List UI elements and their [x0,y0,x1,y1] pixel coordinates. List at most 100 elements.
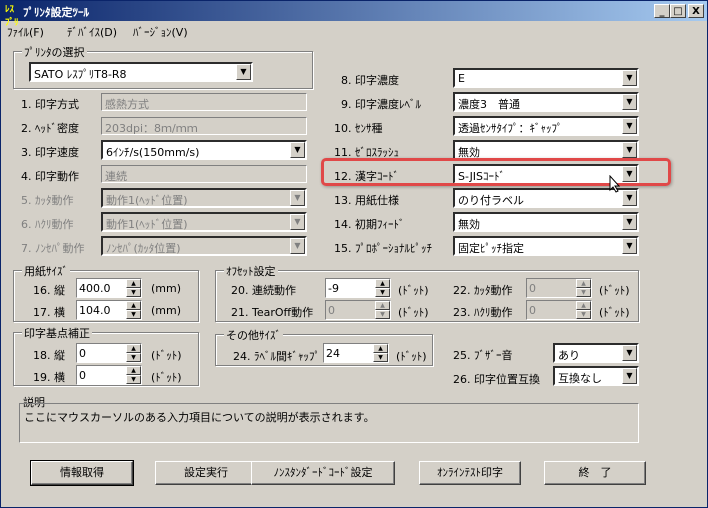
exit-button[interactable]: 終 了 [544,461,646,485]
paper-spec-value: のり付ラベル [458,194,524,207]
cutter-action-combo[interactable]: 動作1(ﾍｯﾄﾞ位置) ▼ [101,188,307,208]
base-vertical-value[interactable]: 0 [79,347,86,360]
paper-width-value[interactable]: 104.0 [79,304,111,317]
printer-select-combo[interactable]: SATO ﾚｽﾌﾟﾘT8-R8 ▼ [29,62,253,82]
main-window: ﾚｽﾌﾟﾘ ﾌﾟﾘﾝﾀ設定ﾂｰﾙ _ □ X ﾌｧｲﾙ(F) ﾃﾞﾊﾞｲｽ(D)… [0,0,708,508]
other-size-title: その他ｻｲｽﾞ [224,327,283,343]
print-method-value: 感熱方式 [105,98,149,111]
dropdown-arrow-icon[interactable]: ▼ [622,118,637,134]
dropdown-arrow-icon[interactable]: ▼ [622,368,637,384]
dropdown-arrow-icon: ▼ [290,238,305,254]
menu-version[interactable]: ﾊﾞｰｼﾞｮﾝ(V) [133,24,188,40]
cutter-action-label: 5. ｶｯﾀ動作 [21,194,74,207]
base-vertical-label: 18. 縦 [33,349,65,362]
base-point-title: 印字基点補正 [22,325,92,341]
buzzer-combo[interactable]: あり ▼ [553,343,639,363]
spin-up-icon: ▲ [576,301,591,310]
dropdown-arrow-icon[interactable]: ▼ [290,142,305,158]
spin-down-icon[interactable]: ▼ [126,288,141,297]
spin-down-icon[interactable]: ▼ [375,288,390,297]
menu-file[interactable]: ﾌｧｲﾙ(F) [7,24,44,40]
initial-feed-combo[interactable]: 無効 ▼ [453,212,639,232]
print-method-label: 1. 印字方式 [21,98,79,111]
spin-up-icon[interactable]: ▲ [375,279,390,288]
initial-feed-label: 14. 初期ﾌｨｰﾄﾞ [334,218,405,231]
spin-up-icon[interactable]: ▲ [373,344,388,353]
print-darkness-value: E [458,72,465,85]
printer-select-title: ﾌﾟﾘﾝﾀの選択 [22,44,87,60]
peel-offset-value[interactable]: 0 [529,304,536,317]
tearoff-offset-value[interactable]: 0 [328,304,335,317]
head-density-label: 2. ﾍｯﾄﾞ密度 [21,122,79,135]
label-gap-unit: (ﾄﾞｯﾄ) [396,350,427,363]
position-swap-combo[interactable]: 互換なし ▼ [553,366,639,386]
online-test-print-button[interactable]: ｵﾝﾗｲﾝﾃｽﾄ印字 [419,461,521,485]
dropdown-arrow-icon[interactable]: ▼ [622,345,637,361]
spin-up-icon: ▲ [576,279,591,288]
zero-slash-combo[interactable]: 無効 ▼ [453,140,639,160]
print-method-field: 感熱方式 [101,93,307,111]
offset-title: ｵﾌｾｯﾄ設定 [224,263,278,279]
dropdown-arrow-icon[interactable]: ▼ [622,142,637,158]
window-title: ﾌﾟﾘﾝﾀ設定ﾂｰﾙ [23,6,89,19]
buzzer-label: 25. ﾌﾞｻﾞｰ音 [453,349,513,362]
peel-offset-unit: (ﾄﾞｯﾄ) [599,306,630,319]
base-vertical-unit: (ﾄﾞｯﾄ) [151,349,182,362]
peel-action-label: 6. ﾊｸﾘ動作 [21,218,74,231]
spin-down-icon[interactable]: ▼ [373,353,388,362]
position-swap-label: 26. 印字位置互換 [453,373,540,386]
continuous-offset-unit: (ﾄﾞｯﾄ) [398,284,429,297]
menu-device[interactable]: ﾃﾞﾊﾞｲｽ(D) [67,24,117,40]
paper-spec-label: 13. 用紙仕様 [334,194,399,207]
print-darkness-label: 8. 印字濃度 [341,74,399,87]
label-gap-value[interactable]: 24 [326,347,340,360]
cutter-action-value: 動作1(ﾍｯﾄﾞ位置) [106,194,188,207]
minimize-button[interactable]: _ [654,4,670,18]
print-darkness-combo[interactable]: E ▼ [453,68,639,88]
spin-up-icon[interactable]: ▲ [126,301,141,310]
peel-action-combo[interactable]: 動作1(ﾍｯﾄﾞ位置) ▼ [101,212,307,232]
app-icon: ﾚｽﾌﾟﾘ [5,5,19,28]
spin-down-icon: ▼ [576,310,591,319]
spin-down-icon[interactable]: ▼ [126,353,141,362]
dropdown-arrow-icon[interactable]: ▼ [236,64,251,80]
maximize-button[interactable]: □ [670,4,686,18]
get-info-button[interactable]: 情報取得 [30,460,134,486]
print-speed-value: 6ｲﾝﾁ/s(150mm/s) [106,146,200,159]
dropdown-arrow-icon[interactable]: ▼ [622,190,637,206]
dropdown-arrow-icon[interactable]: ▼ [622,214,637,230]
title-bar[interactable]: ﾚｽﾌﾟﾘ ﾌﾟﾘﾝﾀ設定ﾂｰﾙ _ □ X [1,1,707,28]
spin-down-icon[interactable]: ▼ [126,375,141,384]
spin-up-icon[interactable]: ▲ [126,279,141,288]
head-density-field: 203dpi：8ｍ/ｍｍ [101,117,307,135]
print-speed-combo[interactable]: 6ｲﾝﾁ/s(150mm/s) ▼ [101,140,307,160]
base-horizontal-value[interactable]: 0 [79,369,86,382]
head-density-value: 203dpi：8ｍ/ｍｍ [105,122,198,135]
close-button[interactable]: X [688,4,704,18]
spin-down-icon[interactable]: ▼ [126,310,141,319]
dropdown-arrow-icon: ▼ [290,214,305,230]
cutter-offset-label: 22. ｶｯﾀ動作 [453,284,513,297]
apply-settings-button[interactable]: 設定実行 [155,461,257,485]
menu-bar: ﾌｧｲﾙ(F) ﾃﾞﾊﾞｲｽ(D) ﾊﾞｰｼﾞｮﾝ(V) [1,22,707,40]
paper-height-value[interactable]: 400.0 [79,282,111,295]
dropdown-arrow-icon[interactable]: ▼ [622,238,637,254]
nonstandard-code-button[interactable]: ﾉﾝｽﾀﾝﾀﾞｰﾄﾞｺｰﾄﾞ設定 [251,461,395,485]
sensor-type-combo[interactable]: 透過ｾﾝｻﾀｲﾌﾟ：ｷﾞｬｯﾌﾟ ▼ [453,116,639,136]
nonsep-action-combo[interactable]: ﾉﾝｾﾊﾟ(ｶｯﾀ位置) ▼ [101,236,307,256]
spin-down-icon: ▼ [576,288,591,297]
continuous-offset-value[interactable]: -9 [328,282,339,295]
printer-select-value: SATO ﾚｽﾌﾟﾘT8-R8 [34,68,127,81]
dropdown-arrow-icon[interactable]: ▼ [622,70,637,86]
dropdown-arrow-icon[interactable]: ▼ [622,94,637,110]
proportional-pitch-combo[interactable]: 固定ﾋﾟｯﾁ指定 ▼ [453,236,639,256]
spin-up-icon[interactable]: ▲ [126,344,141,353]
description-box: ここにマウスカーソルのある入力項目についての説明が表示されます。 [19,403,639,443]
spin-up-icon[interactable]: ▲ [126,366,141,375]
cutter-offset-value[interactable]: 0 [529,282,536,295]
dropdown-arrow-icon: ▼ [290,190,305,206]
paper-height-unit: (mm) [151,282,182,295]
darkness-level-combo[interactable]: 濃度3 普通 ▼ [453,92,639,112]
print-action-field: 連続 [101,165,307,183]
spin-up-icon: ▲ [375,301,390,310]
